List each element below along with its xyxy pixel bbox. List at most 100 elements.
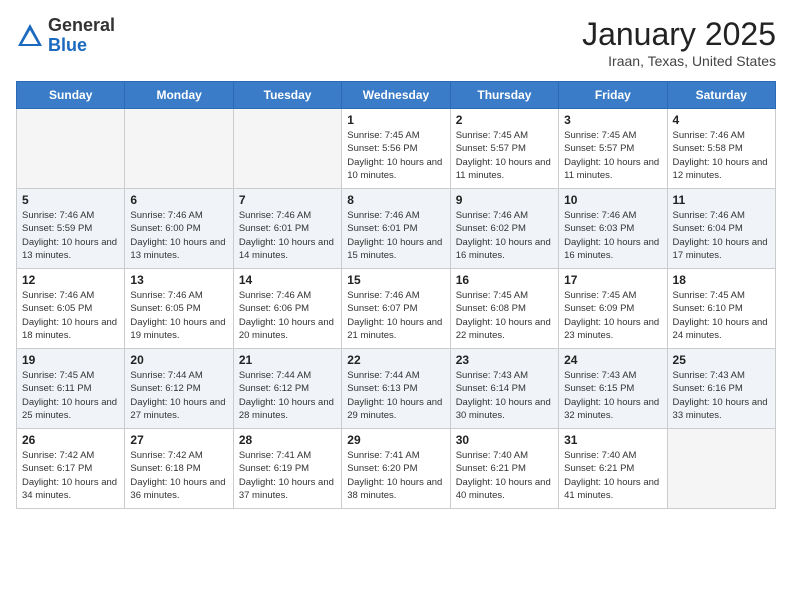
day-number: 17	[564, 273, 661, 287]
day-number: 22	[347, 353, 444, 367]
calendar-cell: 2Sunrise: 7:45 AMSunset: 5:57 PMDaylight…	[450, 109, 558, 189]
day-number: 4	[673, 113, 770, 127]
day-info: Sunrise: 7:46 AMSunset: 6:04 PMDaylight:…	[673, 209, 770, 262]
day-number: 5	[22, 193, 119, 207]
calendar-cell: 28Sunrise: 7:41 AMSunset: 6:19 PMDayligh…	[233, 429, 341, 509]
day-number: 19	[22, 353, 119, 367]
calendar-cell: 5 Sunrise: 7:46 AMSunset: 5:59 PMDaylight…	[17, 189, 125, 269]
day-info: Sunrise: 7:45 AMSunset: 6:10 PMDaylight:…	[673, 289, 770, 342]
calendar-cell: 22 Sunrise: 7:44 AMSunset: 6:13 PMDayligh…	[342, 349, 450, 429]
day-info: Sunrise: 7:46 AMSunset: 6:00 PMDaylight:…	[130, 209, 227, 262]
day-number: 21	[239, 353, 336, 367]
day-number: 12	[22, 273, 119, 287]
calendar-cell: 23Sunrise: 7:43 AMSunset: 6:14 PMDayligh…	[450, 349, 558, 429]
day-info: Sunrise: 7:46 AMSunset: 6:03 PMDaylight:…	[564, 209, 661, 262]
location: Iraan, Texas, United States	[582, 53, 776, 69]
day-number: 18	[673, 273, 770, 287]
weekday-header-thursday: Thursday	[450, 82, 558, 109]
day-info: Sunrise: 7:42 AMSunset: 6:17 PMDaylight:…	[22, 449, 119, 502]
day-number: 26	[22, 433, 119, 447]
weekday-header-tuesday: Tuesday	[233, 82, 341, 109]
day-info: Sunrise: 7:46 AMSunset: 6:01 PMDaylight:…	[347, 209, 444, 262]
day-info: Sunrise: 7:45 AMSunset: 5:57 PMDaylight:…	[564, 129, 661, 182]
calendar-cell	[667, 429, 775, 509]
day-info: Sunrise: 7:44 AMSunset: 6:12 PMDaylight:…	[130, 369, 227, 422]
day-info: Sunrise: 7:41 AMSunset: 6:20 PMDaylight:…	[347, 449, 444, 502]
day-info: Sunrise: 7:43 AMSunset: 6:16 PMDaylight:…	[673, 369, 770, 422]
calendar-cell: 24Sunrise: 7:43 AMSunset: 6:15 PMDayligh…	[559, 349, 667, 429]
day-number: 16	[456, 273, 553, 287]
day-info: Sunrise: 7:44 AMSunset: 6:12 PMDaylight:…	[239, 369, 336, 422]
calendar-cell: 3 Sunrise: 7:45 AMSunset: 5:57 PMDaylight…	[559, 109, 667, 189]
calendar-cell: 18 Sunrise: 7:45 AMSunset: 6:10 PMDayligh…	[667, 269, 775, 349]
calendar-cell: 14 Sunrise: 7:46 AMSunset: 6:06 PMDayligh…	[233, 269, 341, 349]
logo-text: General Blue	[48, 16, 115, 56]
day-number: 31	[564, 433, 661, 447]
day-info: Sunrise: 7:46 AMSunset: 5:58 PMDaylight:…	[673, 129, 770, 182]
weekday-header-sunday: Sunday	[17, 82, 125, 109]
page-header: General Blue January 2025 Iraan, Texas, …	[16, 16, 776, 69]
day-info: Sunrise: 7:46 AMSunset: 6:06 PMDaylight:…	[239, 289, 336, 342]
month-title: January 2025	[582, 16, 776, 53]
day-info: Sunrise: 7:45 AMSunset: 6:11 PMDaylight:…	[22, 369, 119, 422]
logo: General Blue	[16, 16, 115, 56]
day-number: 1	[347, 113, 444, 127]
calendar-week-4: 19 Sunrise: 7:45 AMSunset: 6:11 PMDayligh…	[17, 349, 776, 429]
calendar-week-5: 26 Sunrise: 7:42 AMSunset: 6:17 PMDayligh…	[17, 429, 776, 509]
day-info: Sunrise: 7:46 AMSunset: 6:07 PMDaylight:…	[347, 289, 444, 342]
day-number: 10	[564, 193, 661, 207]
calendar-cell: 15 Sunrise: 7:46 AMSunset: 6:07 PMDayligh…	[342, 269, 450, 349]
calendar-week-1: 1Sunrise: 7:45 AMSunset: 5:56 PMDaylight…	[17, 109, 776, 189]
calendar-cell: 17 Sunrise: 7:45 AMSunset: 6:09 PMDayligh…	[559, 269, 667, 349]
title-block: January 2025 Iraan, Texas, United States	[582, 16, 776, 69]
calendar-cell: 25Sunrise: 7:43 AMSunset: 6:16 PMDayligh…	[667, 349, 775, 429]
calendar-cell: 20 Sunrise: 7:44 AMSunset: 6:12 PMDayligh…	[125, 349, 233, 429]
calendar-table: SundayMondayTuesdayWednesdayThursdayFrid…	[16, 81, 776, 509]
calendar-week-3: 12 Sunrise: 7:46 AMSunset: 6:05 PMDayligh…	[17, 269, 776, 349]
day-info: Sunrise: 7:46 AMSunset: 6:02 PMDaylight:…	[456, 209, 553, 262]
day-number: 28	[239, 433, 336, 447]
day-number: 24	[564, 353, 661, 367]
calendar-cell: 31Sunrise: 7:40 AMSunset: 6:21 PMDayligh…	[559, 429, 667, 509]
day-info: Sunrise: 7:43 AMSunset: 6:14 PMDaylight:…	[456, 369, 553, 422]
calendar-cell: 26 Sunrise: 7:42 AMSunset: 6:17 PMDayligh…	[17, 429, 125, 509]
day-info: Sunrise: 7:42 AMSunset: 6:18 PMDaylight:…	[130, 449, 227, 502]
calendar-cell: 6 Sunrise: 7:46 AMSunset: 6:00 PMDaylight…	[125, 189, 233, 269]
day-number: 6	[130, 193, 227, 207]
day-info: Sunrise: 7:46 AMSunset: 5:59 PMDaylight:…	[22, 209, 119, 262]
day-info: Sunrise: 7:45 AMSunset: 6:08 PMDaylight:…	[456, 289, 553, 342]
calendar-cell: 30 Sunrise: 7:40 AMSunset: 6:21 PMDayligh…	[450, 429, 558, 509]
calendar-cell: 11Sunrise: 7:46 AMSunset: 6:04 PMDayligh…	[667, 189, 775, 269]
logo-icon	[16, 22, 44, 50]
calendar-cell: 13Sunrise: 7:46 AMSunset: 6:05 PMDayligh…	[125, 269, 233, 349]
day-info: Sunrise: 7:44 AMSunset: 6:13 PMDaylight:…	[347, 369, 444, 422]
day-number: 27	[130, 433, 227, 447]
day-number: 9	[456, 193, 553, 207]
calendar-cell: 12 Sunrise: 7:46 AMSunset: 6:05 PMDayligh…	[17, 269, 125, 349]
calendar-cell: 8 Sunrise: 7:46 AMSunset: 6:01 PMDaylight…	[342, 189, 450, 269]
day-number: 14	[239, 273, 336, 287]
calendar-cell: 29 Sunrise: 7:41 AMSunset: 6:20 PMDayligh…	[342, 429, 450, 509]
day-number: 13	[130, 273, 227, 287]
calendar-cell: 4 Sunrise: 7:46 AMSunset: 5:58 PMDaylight…	[667, 109, 775, 189]
day-info: Sunrise: 7:40 AMSunset: 6:21 PMDaylight:…	[456, 449, 553, 502]
calendar-cell: 10 Sunrise: 7:46 AMSunset: 6:03 PMDayligh…	[559, 189, 667, 269]
day-number: 7	[239, 193, 336, 207]
calendar-cell: 1Sunrise: 7:45 AMSunset: 5:56 PMDaylight…	[342, 109, 450, 189]
weekday-header-friday: Friday	[559, 82, 667, 109]
day-number: 30	[456, 433, 553, 447]
calendar-cell	[125, 109, 233, 189]
calendar-cell: 27 Sunrise: 7:42 AMSunset: 6:18 PMDayligh…	[125, 429, 233, 509]
calendar-cell: 9 Sunrise: 7:46 AMSunset: 6:02 PMDaylight…	[450, 189, 558, 269]
day-info: Sunrise: 7:46 AMSunset: 6:05 PMDaylight:…	[22, 289, 119, 342]
calendar-cell: 21 Sunrise: 7:44 AMSunset: 6:12 PMDayligh…	[233, 349, 341, 429]
day-info: Sunrise: 7:45 AMSunset: 6:09 PMDaylight:…	[564, 289, 661, 342]
day-number: 8	[347, 193, 444, 207]
calendar-cell: 16 Sunrise: 7:45 AMSunset: 6:08 PMDayligh…	[450, 269, 558, 349]
calendar-week-2: 5 Sunrise: 7:46 AMSunset: 5:59 PMDaylight…	[17, 189, 776, 269]
day-number: 20	[130, 353, 227, 367]
weekday-header-wednesday: Wednesday	[342, 82, 450, 109]
day-number: 29	[347, 433, 444, 447]
day-number: 3	[564, 113, 661, 127]
day-number: 15	[347, 273, 444, 287]
